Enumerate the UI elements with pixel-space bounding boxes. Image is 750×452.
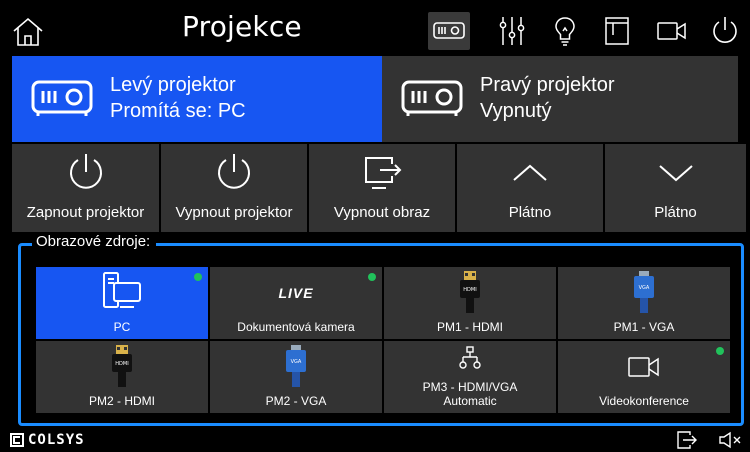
network-icon	[458, 345, 482, 371]
pc-icon	[100, 271, 144, 313]
chevron-up-icon	[508, 150, 552, 194]
screen-icon[interactable]	[600, 14, 634, 48]
action-label: Vypnout projektor	[175, 204, 293, 221]
source-pc[interactable]: PC	[36, 267, 208, 339]
source-label: PM2 - HDMI	[89, 394, 155, 408]
projector-status: Promítá se: PC	[110, 100, 246, 122]
power-icon	[64, 150, 108, 194]
hdmi-icon: HDMI	[109, 345, 135, 387]
home-icon[interactable]	[10, 14, 46, 50]
action-label: Plátno	[654, 204, 697, 221]
mixer-icon[interactable]	[495, 14, 529, 48]
action-label: Vypnout obraz	[333, 204, 431, 221]
right-projector-button[interactable]: Pravý projektor Vypnutý	[382, 56, 738, 142]
logo-text: COLSYS	[28, 432, 85, 448]
camera-icon[interactable]	[655, 14, 689, 48]
signal-indicator	[368, 273, 376, 281]
source-label: PM1 - VGA	[613, 320, 675, 334]
projector-status: Vypnutý	[480, 100, 552, 122]
page-title: Projekce	[182, 10, 302, 43]
source-label: PM3 - HDMI/VGA Automatic	[384, 380, 556, 408]
power-off-projector-button[interactable]: Vypnout projektor	[161, 144, 307, 232]
projector-name: Levý projektor	[110, 74, 236, 96]
vga-icon: VGA	[631, 271, 657, 313]
power-icon	[212, 150, 256, 194]
source-label-line2: Automatic	[443, 394, 497, 408]
source-label: PC	[113, 320, 131, 334]
svg-text:HDMI: HDMI	[115, 361, 128, 367]
source-videoconference[interactable]: Videokonference	[558, 341, 730, 413]
source-pm1-vga[interactable]: VGA PM1 - VGA	[558, 267, 730, 339]
top-bar: Projekce	[0, 0, 750, 60]
source-pm2-hdmi[interactable]: HDMI PM2 - HDMI	[36, 341, 208, 413]
bulb-icon[interactable]	[548, 14, 582, 48]
source-pm2-vga[interactable]: VGA PM2 - VGA	[210, 341, 382, 413]
svg-text:VGA: VGA	[291, 359, 302, 365]
mute-icon[interactable]	[718, 431, 744, 449]
left-projector-button[interactable]: Levý projektor Promítá se: PC	[12, 56, 382, 142]
projector-icon	[400, 76, 464, 120]
signal-indicator	[194, 273, 202, 281]
svg-text:HDMI: HDMI	[463, 287, 476, 293]
footer: COLSYS	[0, 430, 750, 452]
source-label: PM2 - VGA	[265, 394, 327, 408]
source-label: Dokumentová kamera	[237, 320, 355, 334]
screen-down-button[interactable]: Plátno	[605, 144, 746, 232]
action-label: Plátno	[508, 204, 552, 221]
vga-icon: VGA	[283, 345, 309, 387]
svg-text:VGA: VGA	[639, 285, 650, 291]
camera-icon	[627, 355, 661, 379]
source-pm3-hdmi-vga[interactable]: PM3 - HDMI/VGA Automatic	[384, 341, 556, 413]
power-on-projector-button[interactable]: Zapnout projektor	[12, 144, 159, 232]
exit-icon[interactable]	[676, 430, 698, 450]
source-label-line1: PM3 - HDMI/VGA	[422, 380, 518, 394]
source-pm1-hdmi[interactable]: HDMI PM1 - HDMI	[384, 267, 556, 339]
screen-off-icon	[360, 150, 404, 194]
sources-label: Obrazové zdroje:	[32, 233, 157, 250]
projector-icon	[30, 76, 94, 120]
projector-icon[interactable]	[428, 12, 470, 50]
blank-image-button[interactable]: Vypnout obraz	[309, 144, 455, 232]
colsys-logo: COLSYS	[10, 432, 85, 448]
live-icon: LIVE	[278, 285, 314, 301]
hdmi-icon: HDMI	[457, 271, 483, 313]
action-label: Zapnout projektor	[26, 204, 145, 221]
source-label: Videokonference	[599, 394, 689, 408]
projector-name: Pravý projektor	[480, 74, 615, 96]
signal-indicator	[716, 347, 724, 355]
source-label: PM1 - HDMI	[437, 320, 503, 334]
chevron-down-icon	[654, 150, 698, 194]
screen-up-button[interactable]: Plátno	[457, 144, 603, 232]
source-document-camera[interactable]: LIVE Dokumentová kamera	[210, 267, 382, 339]
power-icon[interactable]	[708, 14, 742, 48]
